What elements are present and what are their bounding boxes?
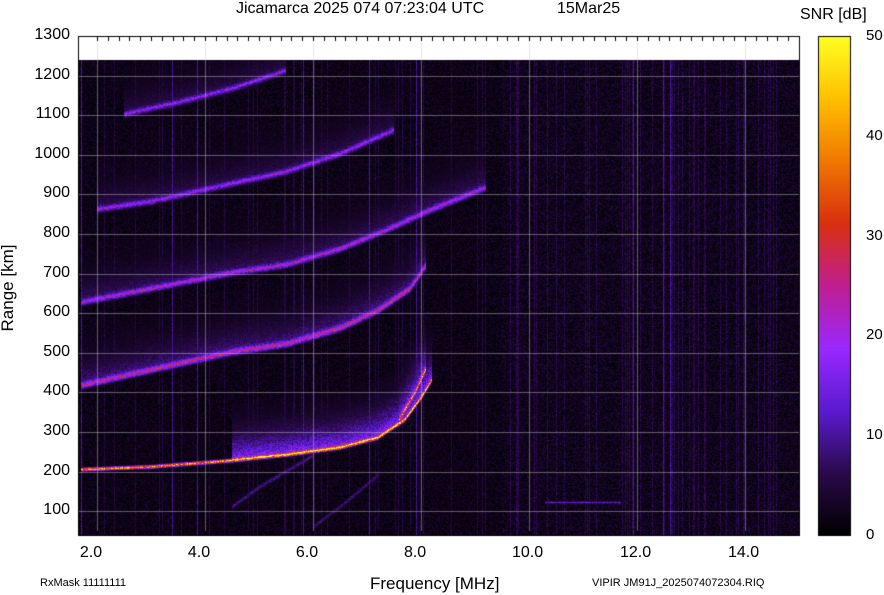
footer-filename: VIPIR JM91J_2025074072304.RIQ — [592, 577, 765, 589]
y-tick-label: 700 — [43, 263, 70, 281]
y-tick-label: 400 — [43, 382, 70, 400]
y-tick-label: 1200 — [34, 65, 70, 83]
colorbar-title: SNR [dB] — [800, 6, 867, 23]
colorbar-tick-label: 0 — [866, 526, 875, 543]
x-tick-label: 8.0 — [403, 544, 427, 561]
y-tick-label: 300 — [43, 422, 70, 440]
y-tick-label: 100 — [43, 501, 70, 519]
colorbar-tick-label: 10 — [866, 426, 883, 444]
x-tick-label: 10.0 — [511, 544, 544, 561]
colorbar-tick-label: 20 — [866, 326, 883, 344]
y-tick-label: 200 — [43, 461, 70, 479]
ionogram-heatmap — [0, 0, 884, 595]
chart-title: Jicamarca 2025 074 07:23:04 UTC — [236, 0, 485, 17]
x-tick-label: 4.0 — [187, 544, 211, 561]
x-tick-label: 14.0 — [727, 544, 760, 561]
footer-rxmask: RxMask 11111111 — [40, 577, 127, 589]
x-axis-label: Frequency [MHz] — [370, 574, 500, 593]
colorbar-tick-label: 40 — [866, 126, 883, 144]
x-tick-label: 2.0 — [79, 544, 103, 561]
y-axis-label: Range [km] — [0, 244, 17, 332]
y-tick-label: 900 — [43, 184, 70, 202]
colorbar-tick-label: 50 — [866, 27, 883, 44]
colorbar-tick-label: 30 — [866, 226, 883, 244]
x-tick-label: 6.0 — [295, 544, 319, 561]
y-tick-label: 800 — [43, 224, 70, 242]
y-tick-label: 1100 — [35, 105, 70, 123]
y-tick-label: 500 — [43, 342, 70, 360]
y-tick-label: 1000 — [34, 144, 70, 162]
x-tick-label: 12.0 — [619, 544, 652, 561]
y-tick-label: 1300 — [34, 26, 70, 43]
date-label: 15Mar25 — [557, 0, 621, 17]
y-tick-label: 600 — [43, 303, 70, 321]
